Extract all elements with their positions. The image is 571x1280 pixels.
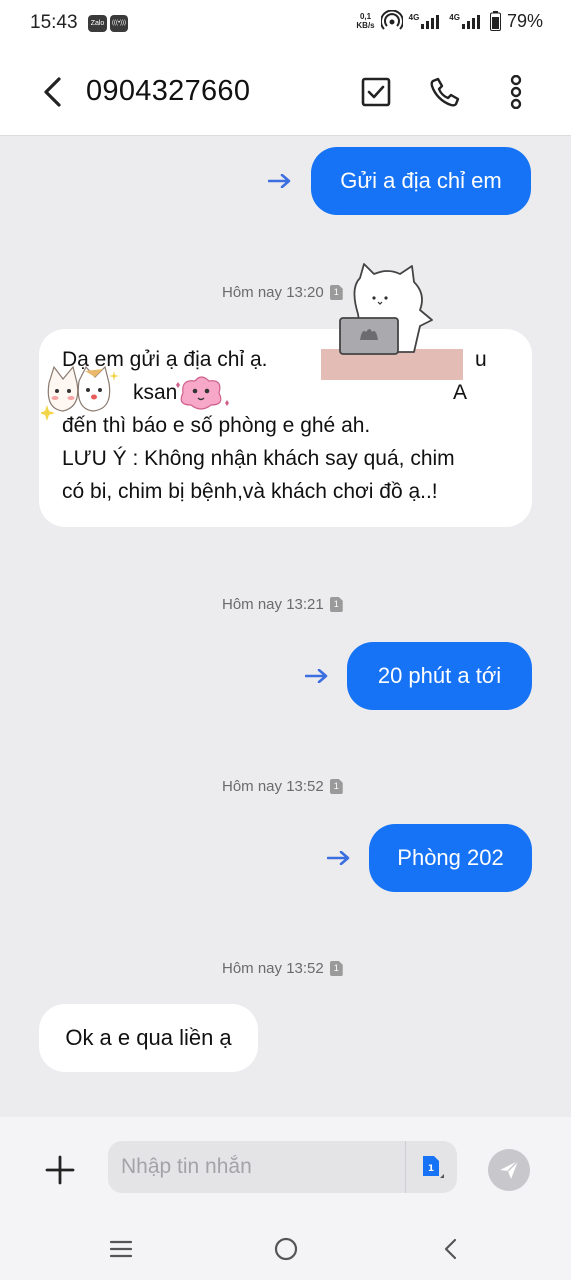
phone-icon: [430, 77, 460, 107]
message-bubble-incoming[interactable]: Ok a e qua liền ạ: [39, 1004, 258, 1072]
compose-bar: 1: [0, 1117, 571, 1217]
menu-lines-icon: [109, 1240, 133, 1258]
message-text-fragment: u: [475, 348, 487, 371]
sim-card-icon: 1: [422, 1156, 444, 1178]
cat-laptop-sticker: [339, 263, 433, 355]
more-options-button[interactable]: [496, 72, 536, 112]
sim-card-icon: 1: [329, 779, 343, 794]
battery-level: 79%: [506, 10, 543, 31]
message-timestamp: Hôm nay 13:20 1: [222, 284, 343, 301]
checkbox-icon: [361, 77, 391, 107]
sent-arrow-icon: [268, 174, 291, 188]
system-back-button[interactable]: [428, 1227, 472, 1271]
signal-bars-icon: [461, 15, 480, 29]
svg-text:1: 1: [427, 1164, 433, 1174]
status-bar: 15:43 Zalo (((•))) 0,1 KB/s 4G 4G 79%: [0, 0, 571, 48]
sent-arrow-icon: [305, 669, 328, 683]
message-bubble-outgoing[interactable]: Gửi a địa chỉ em: [311, 147, 531, 215]
conversation-header: 0904327660: [0, 48, 571, 136]
sim-card-icon: 1: [329, 597, 343, 612]
recents-button[interactable]: [99, 1227, 143, 1271]
attach-button[interactable]: [42, 1152, 78, 1188]
signal-bars-icon: [421, 15, 440, 29]
message-timestamp: Hôm nay 13:52 1: [222, 778, 343, 795]
send-icon: [500, 1160, 519, 1179]
contact-title: 0904327660: [86, 75, 251, 107]
message-bubble-outgoing[interactable]: Phòng 202: [369, 824, 532, 892]
message-bubble-incoming[interactable]: Dạ em gửi ạ địa chỉ ạ. ksan đến thì báo …: [39, 329, 532, 527]
chevron-left-icon: [444, 1238, 457, 1260]
status-indicators: 0,1 KB/s 4G 4G 79%: [356, 10, 543, 32]
home-button[interactable]: [264, 1227, 308, 1271]
signal-2: 4G: [449, 13, 484, 29]
hotspot-notification-icon: (((•))): [110, 15, 128, 32]
signal-1: 4G: [409, 13, 444, 29]
net-speed: 0,1 KB/s: [356, 12, 375, 30]
sim-selector[interactable]: 1: [405, 1141, 457, 1193]
hotspot-icon: [380, 10, 403, 30]
status-time: 15:43: [30, 12, 78, 33]
cat-couple-sticker: [41, 365, 119, 421]
message-timestamp: Hôm nay 13:52 1: [222, 960, 343, 977]
message-bubble-outgoing[interactable]: 20 phút a tới: [347, 642, 532, 710]
battery-icon: [489, 11, 501, 31]
sim-card-icon: 1: [329, 961, 343, 976]
call-button[interactable]: [425, 72, 465, 112]
message-text-fragment: A: [453, 381, 468, 404]
zalo-notification-icon: Zalo: [88, 15, 107, 32]
plus-icon: [45, 1155, 75, 1185]
system-navigation-bar: [0, 1217, 571, 1280]
back-button[interactable]: [34, 74, 70, 110]
message-list[interactable]: Gửi a địa chỉ em Hôm nay 13:20 1 Dạ em g…: [0, 137, 571, 1117]
message-timestamp: Hôm nay 13:21 1: [222, 596, 343, 613]
sent-arrow-icon: [327, 851, 350, 865]
home-circle-icon: [274, 1237, 298, 1261]
select-messages-button[interactable]: [356, 72, 396, 112]
more-vertical-icon: [510, 75, 522, 109]
back-arrow-icon: [44, 77, 61, 107]
pink-sticker: [176, 376, 229, 410]
send-button[interactable]: [488, 1149, 530, 1191]
